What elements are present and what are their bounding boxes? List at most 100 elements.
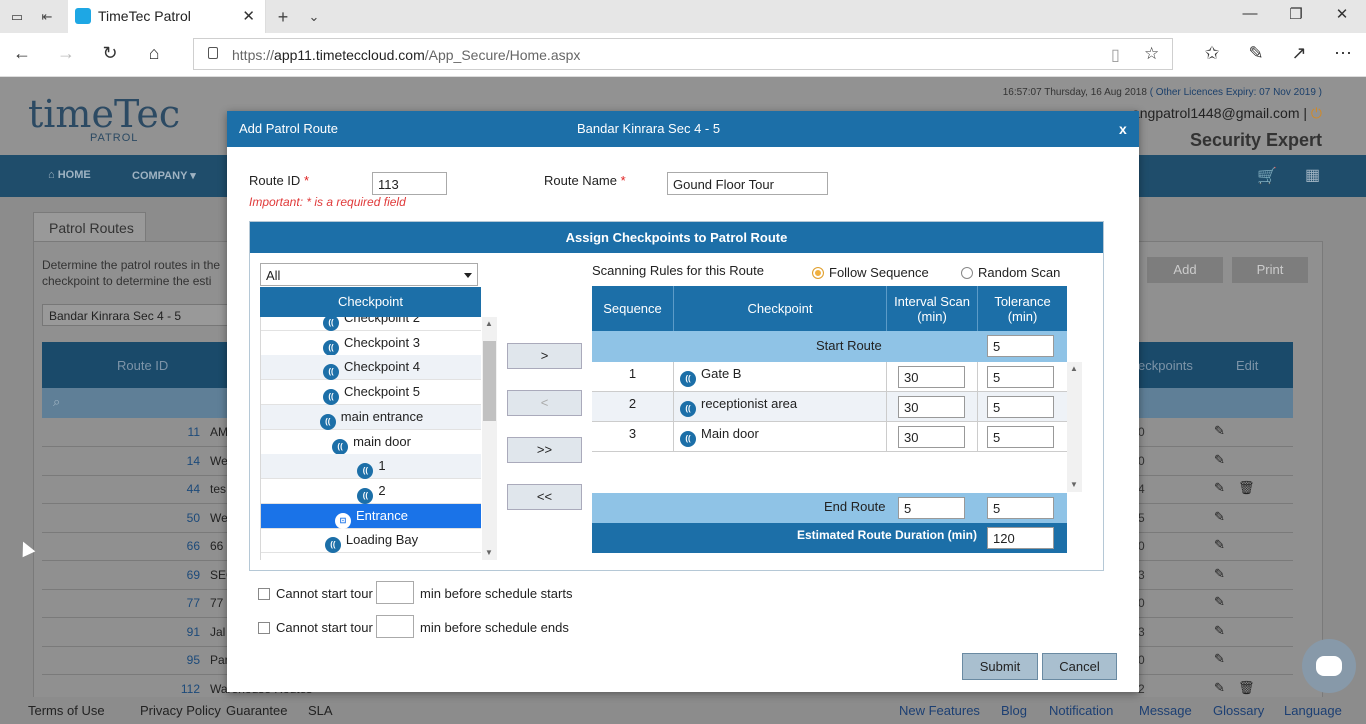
home-icon[interactable]: ⌂ — [143, 43, 165, 64]
share-icon[interactable]: ↗ — [1288, 43, 1310, 64]
checkpoint-list-scrollbar[interactable]: ▲ ▼ — [482, 317, 497, 560]
tab-actions-icon[interactable]: ▭ — [8, 8, 26, 26]
footer-glossary[interactable]: Glossary — [1213, 703, 1264, 718]
print-button[interactable]: Print — [1232, 257, 1308, 283]
checkpoint-list-item[interactable]: ((Checkpoint 5 — [261, 380, 481, 406]
favorite-star-icon[interactable]: ☆ — [1144, 44, 1159, 64]
route-id-cell[interactable]: 50 — [172, 511, 200, 525]
route-name-input[interactable]: Gound Floor Tour — [667, 172, 828, 195]
add-selected-button[interactable]: > — [507, 343, 582, 369]
chat-button[interactable] — [1302, 639, 1356, 693]
footer-guarantee[interactable]: Guarantee — [226, 703, 287, 718]
reading-view-icon[interactable]: ▯ — [1111, 45, 1120, 65]
cannot-start-before-ends-checkbox[interactable] — [258, 622, 270, 634]
random-scan-radio[interactable]: Random Scan — [961, 265, 1060, 280]
route-id-input[interactable]: 113 — [372, 172, 447, 195]
checkpoint-list-item[interactable]: ((main entrance — [261, 404, 481, 430]
power-icon[interactable]: ⏻ — [1311, 105, 1322, 121]
scroll-up-icon[interactable]: ▲ — [1070, 364, 1078, 373]
edit-pencil-icon[interactable]: ✎ — [1214, 452, 1225, 468]
restore-icon[interactable]: ❐ — [1286, 5, 1306, 23]
scrollbar-thumb[interactable] — [483, 341, 496, 421]
minimize-icon[interactable]: — — [1240, 5, 1260, 22]
delete-trash-icon[interactable]: 🗑 — [1238, 480, 1255, 496]
close-dialog-button[interactable]: x — [1119, 121, 1127, 137]
cart-icon[interactable]: 🛒 — [1257, 166, 1277, 186]
checkpoint-list-item[interactable]: ((1 — [261, 454, 481, 480]
tab-list-chevron-icon[interactable]: ⌄ — [305, 8, 323, 26]
checkpoint-list-item[interactable]: ((Loading Bay — [261, 528, 481, 554]
route-id-cell[interactable]: 11 — [172, 425, 200, 439]
route-id-cell[interactable]: 69 — [172, 568, 200, 582]
route-id-cell[interactable]: 66 — [172, 539, 200, 553]
interval-input[interactable]: 30 — [898, 396, 965, 418]
col-route-id[interactable]: Route ID — [117, 358, 168, 373]
tolerance-input[interactable]: 5 — [987, 366, 1054, 388]
follow-sequence-radio[interactable]: Follow Sequence — [812, 265, 929, 280]
col-checkpoints[interactable]: eckpoints — [1138, 358, 1193, 373]
remove-all-button[interactable]: << — [507, 484, 582, 510]
remove-selected-button[interactable]: < — [507, 390, 582, 416]
close-window-icon[interactable]: ✕ — [1332, 5, 1352, 23]
back-icon[interactable]: ← — [11, 43, 33, 64]
footer-message[interactable]: Message — [1139, 703, 1192, 718]
scroll-up-icon[interactable]: ▲ — [485, 319, 493, 328]
pen-icon[interactable]: ✎ — [1245, 43, 1267, 64]
end-tolerance-input[interactable]: 5 — [987, 497, 1054, 519]
minutes-before-end-input[interactable] — [376, 615, 414, 638]
close-tab-icon[interactable]: ✕ — [242, 7, 255, 25]
checkpoint-list-item[interactable]: ((Gate C — [261, 553, 481, 560]
start-tolerance-input[interactable]: 5 — [987, 335, 1054, 357]
edit-pencil-icon[interactable]: ✎ — [1214, 651, 1225, 667]
edit-pencil-icon[interactable]: ✎ — [1214, 594, 1225, 610]
footer-terms[interactable]: Terms of Use — [28, 703, 105, 718]
route-id-cell[interactable]: 112 — [172, 682, 200, 696]
add-button[interactable]: Add — [1147, 257, 1223, 283]
scroll-down-icon[interactable]: ▼ — [1070, 480, 1078, 489]
interval-input[interactable]: 30 — [898, 366, 965, 388]
edit-pencil-icon[interactable]: ✎ — [1214, 566, 1225, 582]
scroll-down-icon[interactable]: ▼ — [485, 548, 493, 557]
footer-notification[interactable]: Notification — [1049, 703, 1113, 718]
edit-pencil-icon[interactable]: ✎ — [1214, 537, 1225, 553]
menu-company[interactable]: COMPANY ▾ — [132, 169, 196, 182]
route-id-cell[interactable]: 91 — [172, 625, 200, 639]
checkpoint-list-item[interactable]: ⊡ Entrance — [261, 503, 481, 529]
route-id-cell[interactable]: 14 — [172, 454, 200, 468]
tolerance-input[interactable]: 5 — [987, 396, 1054, 418]
cannot-start-before-starts-checkbox[interactable] — [258, 588, 270, 600]
forward-icon[interactable]: → — [55, 43, 77, 64]
checkpoint-filter-select[interactable]: All — [260, 263, 478, 286]
edit-pencil-icon[interactable]: ✎ — [1214, 680, 1225, 696]
tab-patrol-routes[interactable]: Patrol Routes — [33, 212, 146, 242]
route-id-cell[interactable]: 44 — [172, 482, 200, 496]
footer-privacy[interactable]: Privacy Policy — [140, 703, 221, 718]
add-all-button[interactable]: >> — [507, 437, 582, 463]
site-select[interactable]: Bandar Kinrara Sec 4 - 5 — [42, 304, 237, 326]
checkpoint-list-item[interactable]: ((Checkpoint 4 — [261, 355, 481, 381]
edit-pencil-icon[interactable]: ✎ — [1214, 509, 1225, 525]
submit-button[interactable]: Submit — [962, 653, 1038, 680]
checkpoint-list-item[interactable]: ((2 — [261, 479, 481, 504]
more-icon[interactable]: ⋯ — [1332, 43, 1354, 64]
refresh-icon[interactable]: ↻ — [99, 43, 121, 64]
footer-sla[interactable]: SLA — [308, 703, 333, 718]
menu-home[interactable]: ⌂ HOME — [48, 169, 91, 181]
checkpoint-list-item[interactable]: ((Checkpoint 3 — [261, 331, 481, 356]
checkpoint-list-item[interactable]: ((main door — [261, 430, 481, 455]
tolerance-input[interactable]: 5 — [987, 426, 1054, 448]
edit-pencil-icon[interactable]: ✎ — [1214, 623, 1225, 639]
interval-input[interactable]: 30 — [898, 426, 965, 448]
footer-language[interactable]: Language — [1284, 703, 1342, 718]
edit-pencil-icon[interactable]: ✎ — [1214, 480, 1225, 496]
footer-blog[interactable]: Blog — [1001, 703, 1027, 718]
footer-new-features[interactable]: New Features — [899, 703, 980, 718]
cancel-button[interactable]: Cancel — [1042, 653, 1117, 680]
sequence-scrollbar[interactable]: ▲ ▼ — [1067, 362, 1082, 492]
apps-grid-icon[interactable]: ▦ — [1305, 165, 1320, 185]
minutes-before-start-input[interactable] — [376, 581, 414, 604]
route-id-cell[interactable]: 77 — [172, 596, 200, 610]
set-aside-tabs-icon[interactable]: ⇤ — [38, 8, 56, 26]
edit-pencil-icon[interactable]: ✎ — [1214, 423, 1225, 439]
end-interval-input[interactable]: 5 — [898, 497, 965, 519]
